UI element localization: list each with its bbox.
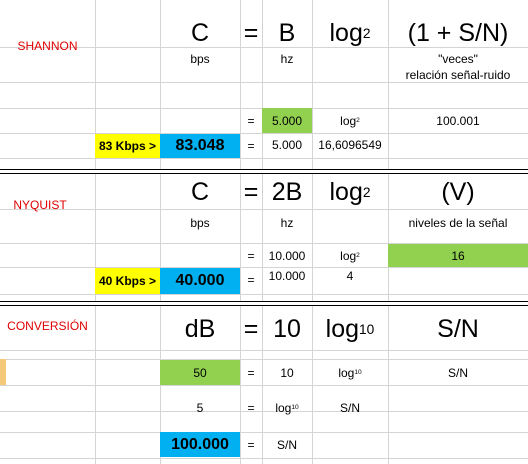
spreadsheet-grid[interactable]: SHANNON C = B log 2 (1 + S/N) bps hz "vec… [0, 0, 528, 464]
shannon-log[interactable]: log 2 [312, 16, 388, 50]
shannon-expr[interactable]: (1 + S/N) [388, 16, 528, 50]
log-text: log [329, 18, 363, 47]
nyquist-r1-eq[interactable]: = [240, 244, 262, 267]
conversion-expr[interactable]: S/N [388, 312, 528, 346]
log-text: log [338, 365, 355, 380]
nyquist-r1-log[interactable]: log 2 [312, 244, 388, 267]
log-base: 2 [356, 117, 360, 124]
shannon-eq[interactable]: = [240, 16, 262, 50]
shannon-r2-b[interactable]: 5.000 [262, 134, 312, 156]
log-base: 2 [362, 25, 371, 41]
shannon-b[interactable]: B [262, 16, 312, 50]
section-separator [0, 169, 528, 174]
log-text: log [340, 248, 357, 263]
shannon-c[interactable]: C [160, 16, 240, 50]
nyquist-r2-log[interactable]: 4 [312, 266, 388, 286]
nyquist-unit-b[interactable]: hz [262, 214, 312, 232]
nyquist-eq[interactable]: = [240, 175, 262, 209]
nyquist-result[interactable]: 40.000 [160, 268, 240, 294]
nyquist-unit-expr[interactable]: niveles de la señal [388, 214, 528, 232]
shannon-label[interactable]: SHANNON [0, 34, 95, 58]
conversion-r2-sn[interactable]: S/N [312, 395, 388, 420]
log-base: 10 [354, 369, 362, 376]
nyquist-r1-b[interactable]: 10.000 [262, 244, 312, 267]
nyquist-tag[interactable]: 40 Kbps > [95, 268, 160, 294]
conversion-log[interactable]: log 10 [312, 312, 388, 346]
nyquist-label[interactable]: NYQUIST [0, 193, 80, 217]
shannon-unit-expr-1[interactable]: "veces" [388, 51, 528, 67]
conversion-r1-eq[interactable]: = [240, 360, 262, 385]
nyquist-c[interactable]: C [160, 175, 240, 209]
log-base: 10 [359, 321, 375, 337]
conversion-r1-db[interactable]: 50 [160, 360, 240, 385]
nyquist-r2-b[interactable]: 10.000 [262, 266, 312, 286]
conversion-eq[interactable]: = [240, 312, 262, 346]
shannon-tag[interactable]: 83 Kbps > [95, 134, 160, 158]
shannon-r1-log[interactable]: log 2 [312, 108, 388, 133]
shannon-r1-eq[interactable]: = [240, 108, 262, 133]
row-header-highlight [0, 359, 6, 385]
log-base: 2 [356, 252, 360, 259]
shannon-result[interactable]: 83.048 [160, 134, 240, 158]
shannon-unit-b[interactable]: hz [262, 51, 312, 67]
nyquist-b[interactable]: 2B [262, 175, 312, 209]
conversion-r2-db[interactable]: 5 [160, 395, 240, 420]
section-separator [0, 301, 528, 306]
shannon-r2-log[interactable]: 16,6096549 [312, 134, 388, 156]
conversion-r1-log[interactable]: log 10 [312, 360, 388, 385]
log-base: 10 [291, 404, 299, 411]
conversion-db[interactable]: dB [160, 312, 240, 346]
conversion-r2-eq[interactable]: = [240, 395, 262, 420]
shannon-r1-b[interactable]: 5.000 [262, 108, 312, 133]
nyquist-expr[interactable]: (V) [388, 175, 528, 209]
conversion-r3-sn[interactable]: S/N [262, 432, 312, 457]
log-base: 2 [362, 184, 371, 200]
log-text: log [340, 113, 357, 128]
conversion-result[interactable]: 100.000 [160, 432, 240, 457]
log-text: log [325, 314, 360, 343]
conversion-r1-expr[interactable]: S/N [388, 360, 528, 385]
conversion-r3-eq[interactable]: = [240, 432, 262, 457]
conversion-r1-ten[interactable]: 10 [262, 360, 312, 385]
shannon-r1-expr[interactable]: 100.001 [388, 108, 528, 133]
log-text: log [329, 177, 363, 206]
nyquist-r2-eq[interactable]: = [240, 268, 262, 292]
conversion-ten[interactable]: 10 [262, 312, 312, 346]
nyquist-log[interactable]: log 2 [312, 175, 388, 209]
nyquist-unit-c[interactable]: bps [160, 214, 240, 232]
nyquist-r1-expr[interactable]: 16 [388, 244, 528, 267]
conversion-label[interactable]: CONVERSIÓN [0, 315, 95, 337]
log-text: log [275, 400, 292, 415]
shannon-r2-eq[interactable]: = [240, 134, 262, 158]
shannon-unit-expr-2[interactable]: relación señal-ruido [388, 67, 528, 83]
shannon-unit-c[interactable]: bps [160, 51, 240, 67]
conversion-r2-log[interactable]: log 10 [262, 395, 312, 420]
